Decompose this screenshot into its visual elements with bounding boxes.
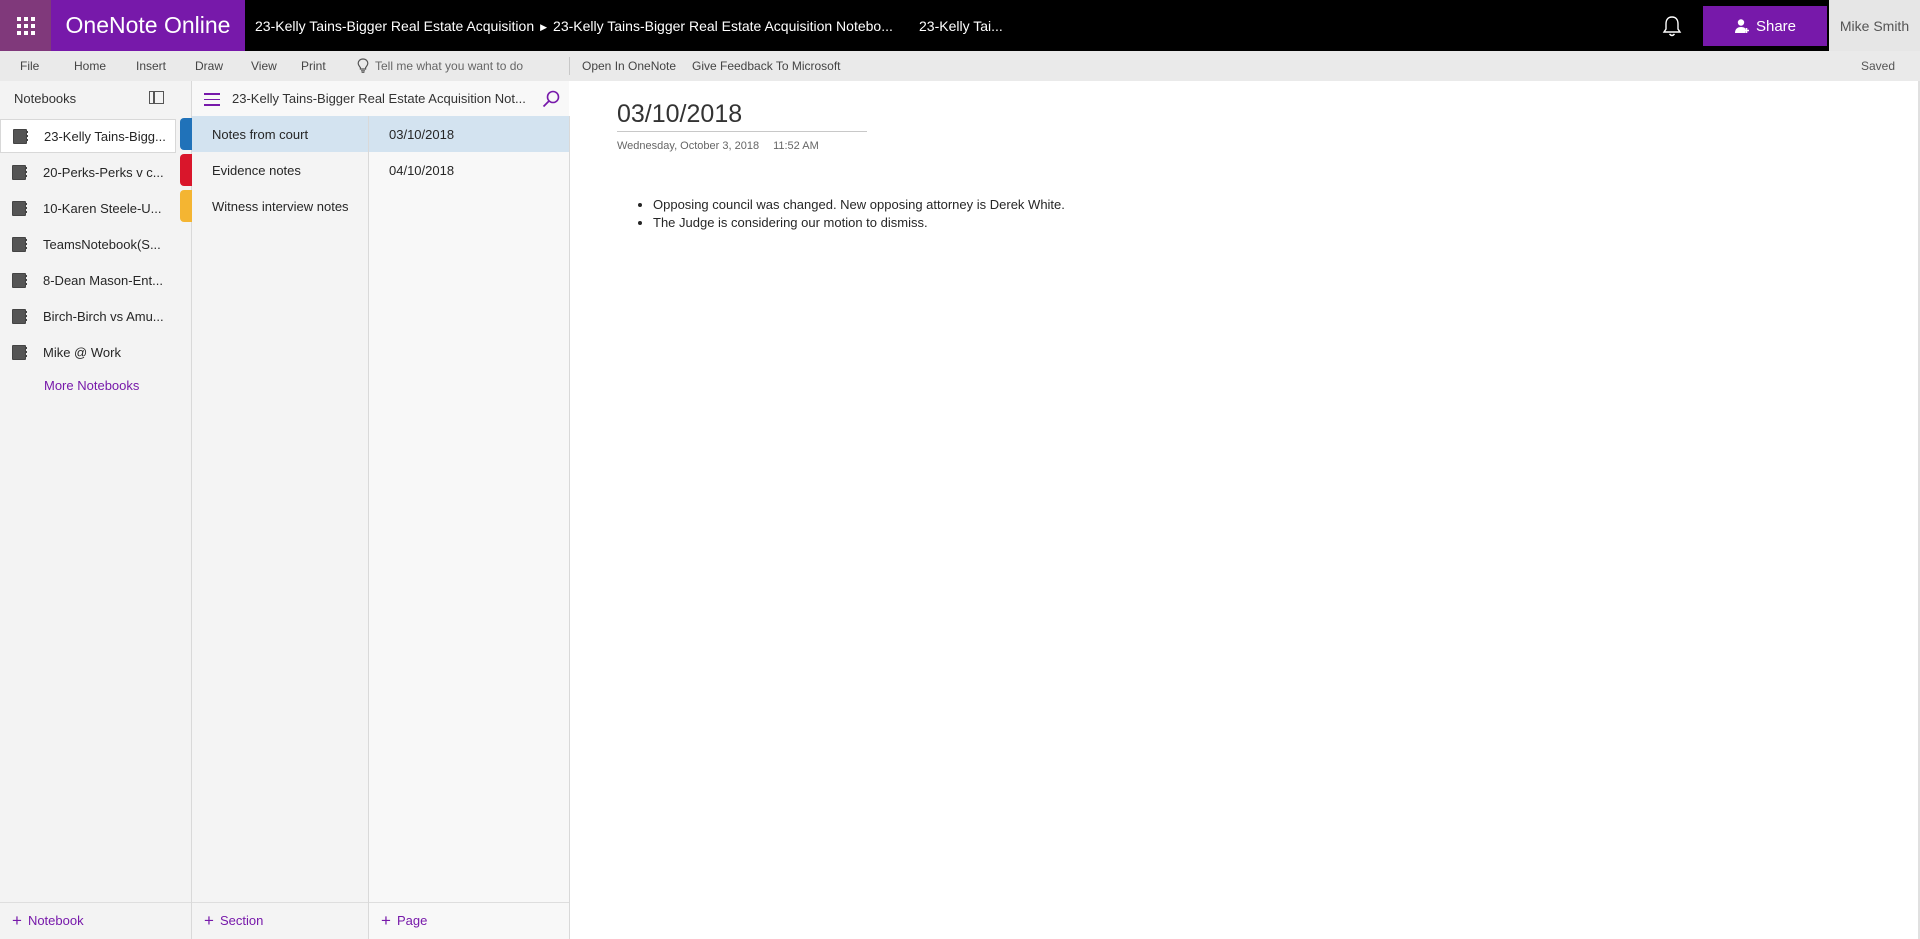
notebook-item[interactable]: Birch-Birch vs Amu...: [0, 299, 176, 333]
section-item[interactable]: Witness interview notes: [180, 188, 368, 224]
notebooks-heading: Notebooks: [14, 91, 77, 106]
add-section-button[interactable]: + Section: [204, 903, 263, 939]
notebook-item[interactable]: 8-Dean Mason-Ent...: [0, 263, 176, 297]
sections-panel: Notes from court Evidence notes Witness …: [180, 116, 369, 939]
tab-print[interactable]: Print: [301, 51, 326, 81]
waffle-icon: [16, 16, 35, 35]
tab-home[interactable]: Home: [74, 51, 106, 81]
page-time: 11:52 AM: [773, 140, 819, 152]
person-add-icon: [1734, 19, 1749, 33]
notebook-icon: [12, 344, 27, 360]
panel-toggle-icon[interactable]: [149, 91, 164, 104]
page-date: Wednesday, October 3, 2018: [617, 140, 760, 152]
notebook-label: 10-Karen Steele-U...: [43, 200, 162, 216]
page-label: 03/10/2018: [389, 126, 455, 142]
note-item[interactable]: The Judge is considering our motion to d…: [653, 214, 1065, 232]
page-title[interactable]: 03/10/2018: [617, 100, 867, 132]
share-label: Share: [1755, 17, 1797, 35]
add-notebook-label: Notebook: [27, 913, 84, 928]
notebook-item[interactable]: 23-Kelly Tains-Bigg...: [0, 119, 176, 153]
pages-footer: + Page: [369, 902, 569, 939]
notebook-item[interactable]: 20-Perks-Perks v c...: [0, 155, 176, 189]
app-launcher-button[interactable]: [0, 0, 51, 51]
notebook-item[interactable]: Mike @ Work: [0, 335, 176, 369]
notebook-icon: [12, 272, 27, 288]
notebook-item[interactable]: 10-Karen Steele-U...: [0, 191, 176, 225]
breadcrumb: 23-Kelly Tains-Bigger Real Estate Acquis…: [255, 0, 893, 51]
note-item[interactable]: Opposing council was changed. New opposi…: [653, 196, 1065, 214]
breadcrumb-page[interactable]: 23-Kelly Tai...: [919, 0, 1003, 52]
hamburger-menu-icon[interactable]: [204, 93, 220, 106]
section-color-tab: [180, 118, 192, 150]
save-status: Saved: [1860, 59, 1895, 73]
breadcrumb-notebook[interactable]: 23-Kelly Tains-Bigger Real Estate Acquis…: [255, 18, 534, 34]
more-notebooks-link[interactable]: More Notebooks: [44, 378, 139, 393]
ribbon: File Home Insert Draw View Print Tell me…: [0, 51, 1920, 81]
add-page-label: Page: [396, 913, 428, 928]
notebooks-footer: + Notebook: [0, 902, 191, 939]
section-item[interactable]: Evidence notes: [180, 152, 368, 188]
tab-draw[interactable]: Draw: [195, 51, 223, 81]
add-notebook-button[interactable]: + Notebook: [12, 903, 84, 939]
notebook-icon: [13, 128, 28, 144]
section-color-tab: [180, 190, 192, 222]
chevron-right-icon: ▶: [540, 22, 548, 32]
add-page-button[interactable]: + Page: [381, 903, 427, 939]
page-canvas[interactable]: 03/10/2018 Wednesday, October 3, 2018 11:…: [570, 81, 1920, 939]
tab-view[interactable]: View: [251, 51, 277, 81]
notebooks-panel: Notebooks 23-Kelly Tains-Bigg... 20-Perk…: [0, 81, 192, 939]
tell-me-text: Tell me what you want to do: [375, 59, 524, 73]
plus-icon: +: [12, 911, 22, 930]
notebook-icon: [12, 200, 27, 216]
tab-file[interactable]: File: [20, 51, 39, 81]
notebook-title: 23-Kelly Tains-Bigger Real Estate Acquis…: [232, 91, 526, 106]
notebook-icon: [12, 308, 27, 324]
section-header: 23-Kelly Tains-Bigger Real Estate Acquis…: [192, 81, 569, 116]
note-list[interactable]: Opposing council was changed. New opposi…: [617, 196, 1065, 232]
top-bar: OneNote Online 23-Kelly Tains-Bigger Rea…: [0, 0, 1920, 51]
add-section-label: Section: [219, 913, 264, 928]
tell-me-box[interactable]: Tell me what you want to do: [357, 51, 523, 81]
page-meta: Wednesday, October 3, 2018 11:52 AM: [617, 140, 819, 152]
notebook-label: 8-Dean Mason-Ent...: [43, 272, 163, 288]
user-name[interactable]: Mike Smith: [1829, 0, 1920, 51]
tab-insert[interactable]: Insert: [136, 51, 166, 81]
notebook-icon: [12, 164, 27, 180]
page-label: 04/10/2018: [389, 162, 455, 178]
section-label: Notes from court: [212, 126, 309, 142]
notebook-label: 20-Perks-Perks v c...: [43, 164, 164, 180]
notebook-item[interactable]: TeamsNotebook(S...: [0, 227, 176, 261]
open-in-onenote-button[interactable]: Open In OneNote: [582, 51, 676, 81]
notebook-label: TeamsNotebook(S...: [43, 236, 161, 252]
notebook-icon: [12, 236, 27, 252]
section-color-tab: [180, 154, 192, 186]
breadcrumb-section[interactable]: 23-Kelly Tains-Bigger Real Estate Acquis…: [553, 18, 893, 34]
section-label: Evidence notes: [212, 162, 301, 178]
plus-icon: +: [204, 911, 214, 930]
app-name[interactable]: OneNote Online: [51, 0, 245, 51]
pages-panel: 03/10/2018 04/10/2018 + Page: [369, 116, 570, 939]
notebook-label: Mike @ Work: [43, 344, 121, 360]
share-button[interactable]: Share: [1703, 6, 1827, 46]
feedback-link[interactable]: Give Feedback To Microsoft: [692, 51, 841, 81]
sections-footer: + Section: [192, 902, 368, 939]
page-item[interactable]: 04/10/2018: [369, 152, 569, 188]
notebook-label: 23-Kelly Tains-Bigg...: [44, 128, 166, 144]
section-item[interactable]: Notes from court: [180, 116, 368, 152]
page-item[interactable]: 03/10/2018: [369, 116, 569, 152]
ribbon-divider: [569, 57, 570, 75]
plus-icon: +: [381, 911, 391, 930]
lightbulb-icon: [357, 58, 369, 73]
search-icon[interactable]: [541, 89, 561, 109]
notebook-label: Birch-Birch vs Amu...: [43, 308, 164, 324]
bell-icon[interactable]: [1661, 14, 1683, 38]
section-label: Witness interview notes: [212, 198, 349, 214]
